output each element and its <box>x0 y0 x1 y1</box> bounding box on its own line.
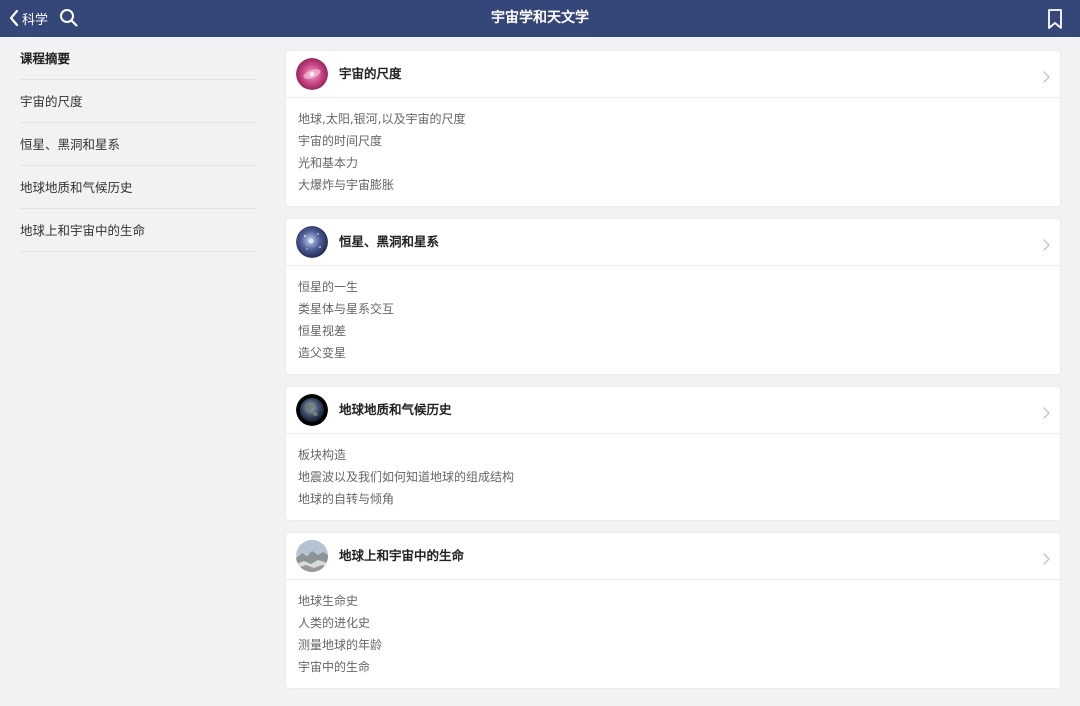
search-icon[interactable] <box>58 7 80 29</box>
section-topics: 恒星的一生 类星体与星系交互 恒星视差 造父变星 <box>286 266 1060 374</box>
section-topics: 地球,太阳,银河,以及宇宙的尺度 宇宙的时间尺度 光和基本力 大爆炸与宇宙膨胀 <box>286 98 1060 206</box>
section-card: 恒星、黑洞和星系 恒星的一生 类星体与星系交互 恒星视差 造父变星 <box>286 219 1060 374</box>
section-header[interactable]: 恒星、黑洞和星系 <box>286 219 1060 266</box>
sidebar-item-course-summary[interactable]: 课程摘要 <box>20 37 256 80</box>
section-card: 地球地质和气候历史 板块构造 地震波以及我们如何知道地球的组成结构 地球的自转与… <box>286 387 1060 520</box>
topic-item[interactable]: 地球,太阳,银河,以及宇宙的尺度 <box>298 108 1060 130</box>
topic-item[interactable]: 宇宙中的生命 <box>298 656 1060 678</box>
sidebar-item-earth-geology-climate[interactable]: 地球地质和气候历史 <box>20 166 256 209</box>
topic-item[interactable]: 光和基本力 <box>298 152 1060 174</box>
sidebar-item-stars-black-holes-galaxies[interactable]: 恒星、黑洞和星系 <box>20 123 256 166</box>
sidebar-item-label: 课程摘要 <box>20 51 71 66</box>
section-card: 宇宙的尺度 地球,太阳,银河,以及宇宙的尺度 宇宙的时间尺度 光和基本力 大爆炸… <box>286 51 1060 206</box>
back-button[interactable]: 科学 <box>8 6 48 30</box>
sidebar-item-label: 地球地质和气候历史 <box>20 180 133 195</box>
landscape-thumbnail-icon <box>296 540 328 572</box>
topic-item[interactable]: 地球生命史 <box>298 590 1060 612</box>
sidebar-item-label: 恒星、黑洞和星系 <box>20 137 121 152</box>
chevron-right-icon <box>1042 404 1050 419</box>
chevron-right-icon <box>1042 550 1050 565</box>
section-title: 宇宙的尺度 <box>339 66 402 81</box>
topic-item[interactable]: 类星体与星系交互 <box>298 298 1060 320</box>
sidebar-item-scale-of-universe[interactable]: 宇宙的尺度 <box>20 80 256 123</box>
topic-item[interactable]: 地球的自转与倾角 <box>298 488 1060 510</box>
sidebar: 课程摘要 宇宙的尺度 恒星、黑洞和星系 地球地质和气候历史 地球上和宇宙中的生命 <box>0 37 270 706</box>
section-card: 地球上和宇宙中的生命 地球生命史 人类的进化史 测量地球的年龄 宇宙中的生命 <box>286 533 1060 688</box>
galaxy-thumbnail-icon <box>296 226 328 258</box>
bookmark-icon[interactable] <box>1046 8 1064 30</box>
section-topics: 板块构造 地震波以及我们如何知道地球的组成结构 地球的自转与倾角 <box>286 434 1060 520</box>
chevron-right-icon <box>1042 68 1050 83</box>
topic-item[interactable]: 恒星的一生 <box>298 276 1060 298</box>
section-header[interactable]: 地球地质和气候历史 <box>286 387 1060 434</box>
section-header[interactable]: 地球上和宇宙中的生命 <box>286 533 1060 580</box>
section-header[interactable]: 宇宙的尺度 <box>286 51 1060 98</box>
sidebar-list: 课程摘要 宇宙的尺度 恒星、黑洞和星系 地球地质和气候历史 地球上和宇宙中的生命 <box>0 37 270 252</box>
nebula-thumbnail-icon <box>296 58 328 90</box>
topic-item[interactable]: 地震波以及我们如何知道地球的组成结构 <box>298 466 1060 488</box>
top-nav-bar: 科学 宇宙学和天文学 <box>0 0 1080 37</box>
topic-item[interactable]: 恒星视差 <box>298 320 1060 342</box>
earth-thumbnail-icon <box>296 394 328 426</box>
back-button-label: 科学 <box>22 12 49 28</box>
sidebar-item-label: 宇宙的尺度 <box>20 94 83 109</box>
section-title: 恒星、黑洞和星系 <box>339 234 440 249</box>
section-title: 地球地质和气候历史 <box>339 402 452 417</box>
page-title: 宇宙学和天文学 <box>491 10 589 26</box>
sidebar-item-label: 地球上和宇宙中的生命 <box>20 223 146 238</box>
main-content: 宇宙的尺度 地球,太阳,银河,以及宇宙的尺度 宇宙的时间尺度 光和基本力 大爆炸… <box>286 51 1060 701</box>
topic-item[interactable]: 板块构造 <box>298 444 1060 466</box>
topic-item[interactable]: 人类的进化史 <box>298 612 1060 634</box>
section-title: 地球上和宇宙中的生命 <box>339 548 465 563</box>
chevron-left-icon <box>8 9 20 27</box>
chevron-right-icon <box>1042 236 1050 251</box>
topic-item[interactable]: 造父变星 <box>298 342 1060 364</box>
topic-item[interactable]: 测量地球的年龄 <box>298 634 1060 656</box>
topic-item[interactable]: 宇宙的时间尺度 <box>298 130 1060 152</box>
sidebar-item-life-earth-universe[interactable]: 地球上和宇宙中的生命 <box>20 209 256 252</box>
section-topics: 地球生命史 人类的进化史 测量地球的年龄 宇宙中的生命 <box>286 580 1060 688</box>
topic-item[interactable]: 大爆炸与宇宙膨胀 <box>298 174 1060 196</box>
